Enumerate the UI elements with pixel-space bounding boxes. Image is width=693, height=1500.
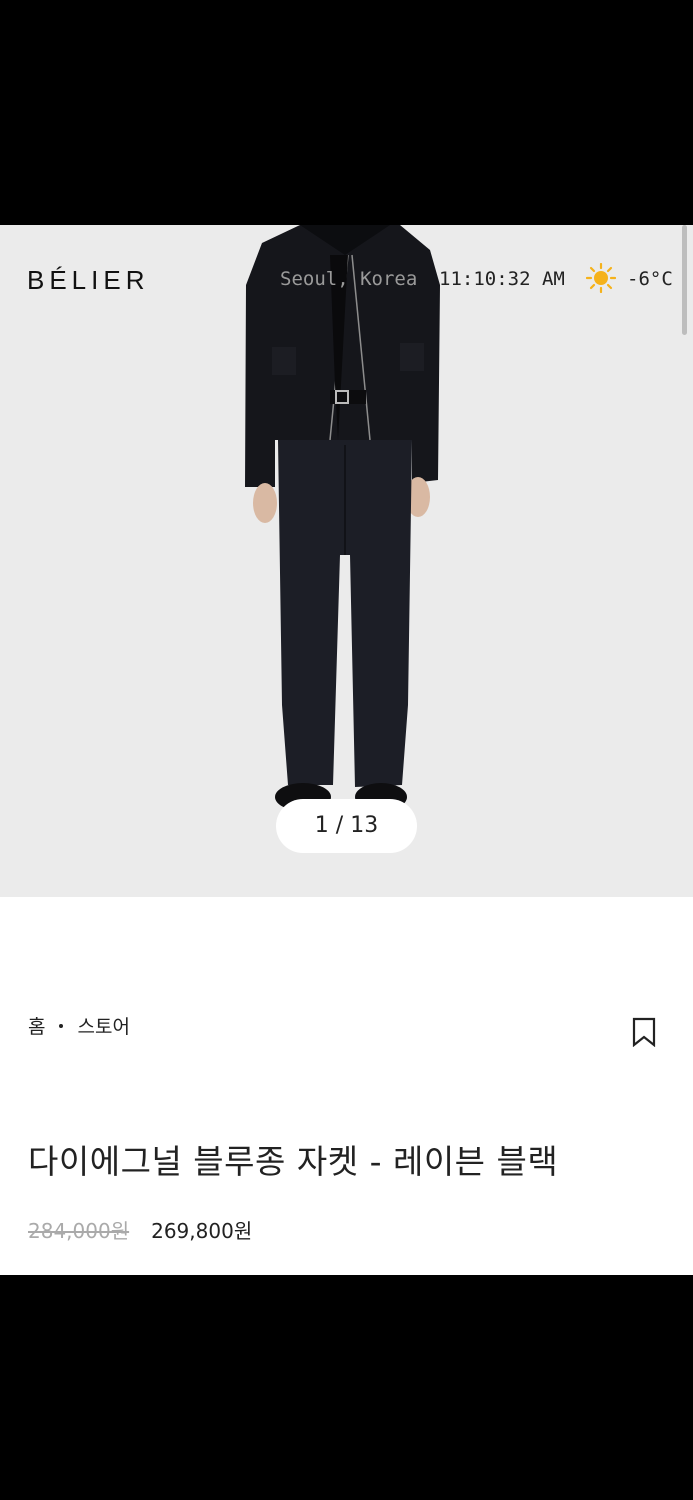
sale-price: 269,800원: [151, 1219, 253, 1243]
breadcrumb-separator: [59, 1023, 64, 1028]
bottom-black-bar: [0, 1275, 693, 1500]
product-photo-model: [245, 225, 440, 811]
breadcrumb-home[interactable]: 홈: [28, 1012, 45, 1039]
price-row: 284,000원 269,800원: [28, 1215, 252, 1244]
breadcrumb: 홈 스토어: [28, 1012, 130, 1039]
top-black-bar: [0, 0, 693, 225]
location-label: Seoul, Korea: [280, 268, 418, 290]
breadcrumb-store[interactable]: 스토어: [77, 1012, 129, 1039]
product-image-gallery[interactable]: BÉLIER Seoul, Korea 11:10:32 AM -6°C 1 /…: [0, 225, 693, 897]
product-info-section: 홈 스토어 다이에그널 블루종 자켓 - 레이븐 블랙 284,000원 269…: [0, 897, 693, 1275]
brand-logo[interactable]: BÉLIER: [27, 265, 150, 296]
clock-label: 11:10:32 AM: [439, 268, 565, 290]
original-price: 284,000원: [28, 1219, 130, 1243]
temperature-label: -6°C: [627, 268, 673, 290]
bookmark-icon[interactable]: [632, 1017, 656, 1047]
product-title: 다이에그널 블루종 자켓 - 레이븐 블랙: [28, 1142, 559, 1181]
sun-icon: [586, 263, 616, 293]
scrollbar-thumb[interactable]: [682, 225, 687, 335]
image-pager: 1 / 13: [276, 799, 417, 853]
